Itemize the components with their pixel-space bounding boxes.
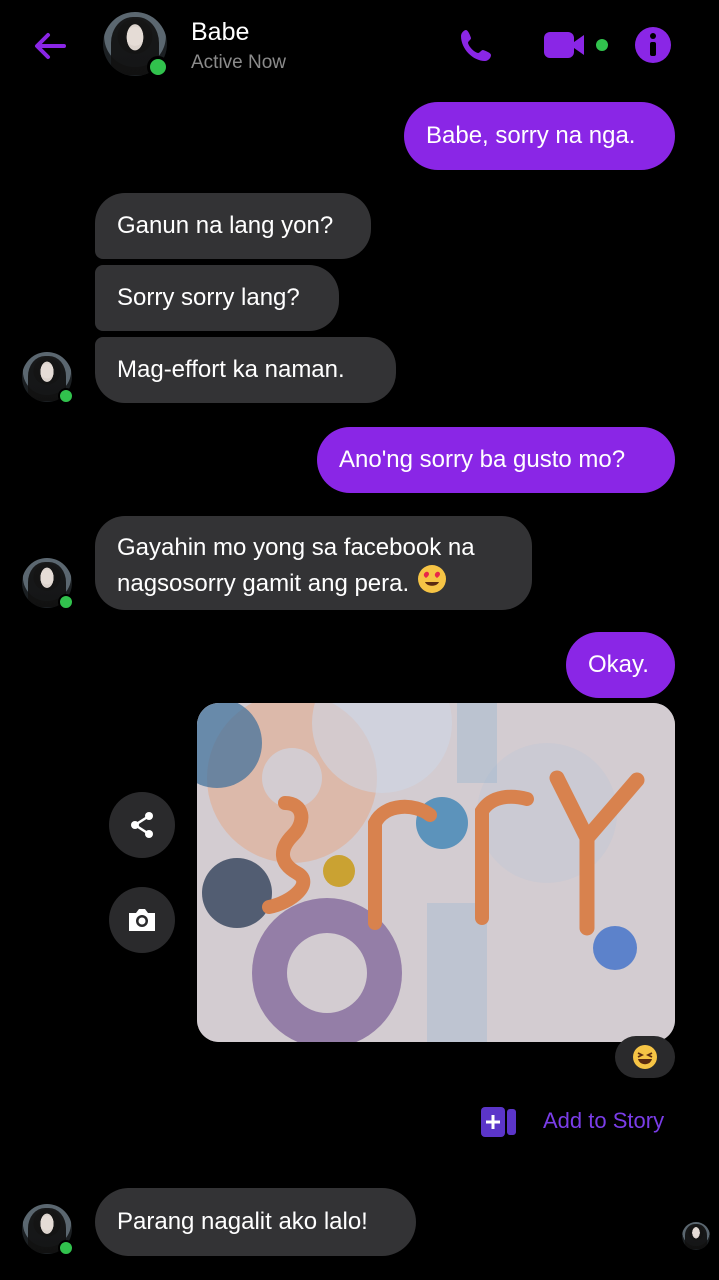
heart-eyes-emoji [417,564,447,603]
camera-icon[interactable] [109,887,175,953]
message-bubble-outgoing[interactable]: Okay. [566,632,675,698]
message-bubble-incoming[interactable]: Ganun na lang yon? [95,193,371,259]
message-text: Okay. [588,651,649,678]
back-arrow-icon[interactable] [30,26,70,66]
message-text: nagsosorry gamit ang pera. [117,569,410,597]
message-bubble-incoming[interactable]: Parang nagalit ako lalo! [95,1188,416,1256]
message-bubble-outgoing[interactable]: Ano'ng sorry ba gusto mo? [317,427,675,493]
online-indicator [58,594,74,610]
video-camera-icon[interactable] [542,28,612,62]
phone-icon[interactable] [456,26,496,66]
message-bubble-incoming[interactable]: Sorry sorry lang? [95,265,339,331]
active-status: Active Now [191,52,287,73]
message-bubble-incoming[interactable]: Gayahin mo yong sa facebook na nagsosorr… [95,516,532,610]
message-text: Ganun na lang yon? [117,212,334,239]
message-text: Sorry sorry lang? [117,284,300,311]
message-bubble-incoming[interactable]: Mag-effort ka naman. [95,337,396,403]
online-indicator [58,1240,74,1256]
message-text: Gayahin mo yong sa facebook na [117,534,475,561]
add-to-story-icon[interactable] [480,1105,518,1144]
photo-attachment[interactable] [197,703,675,1042]
add-to-story-button[interactable]: Add to Story [543,1108,664,1134]
contact-name[interactable]: Babe [191,18,249,47]
message-text: Mag-effort ka naman. [117,356,345,383]
share-icon[interactable] [109,792,175,858]
message-text: Parang nagalit ako lalo! [117,1208,368,1235]
info-icon[interactable] [633,25,673,65]
online-indicator [58,388,74,404]
message-text: Ano'ng sorry ba gusto mo? [339,446,626,473]
online-indicator [147,56,169,78]
message-bubble-outgoing[interactable]: Babe, sorry na nga. [404,102,675,170]
seen-receipt-avatar [682,1222,710,1250]
message-text: Babe, sorry na nga. [426,122,636,149]
laughing-emoji[interactable] [615,1036,675,1078]
